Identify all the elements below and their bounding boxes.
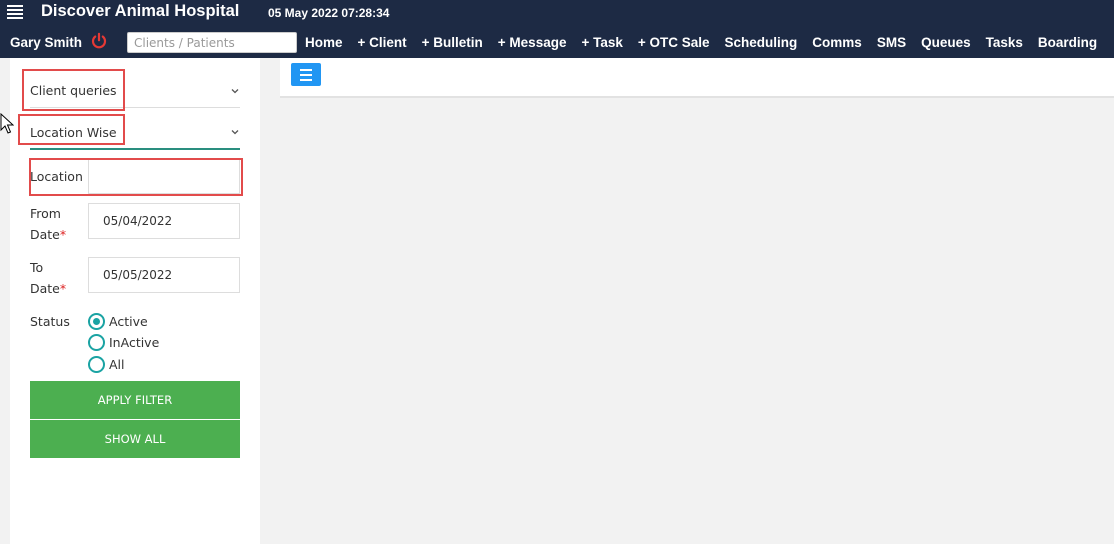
show-all-button[interactable]: SHOW ALL — [30, 420, 240, 458]
chevron-down-icon — [231, 130, 239, 135]
from-date-label-line2: Date — [30, 227, 60, 242]
nav-add-client[interactable]: + Client — [358, 35, 407, 53]
hamburger-menu-icon[interactable] — [7, 5, 23, 19]
query-type-select[interactable]: Client queries — [30, 74, 240, 108]
main-nav: Home + Client + Bulletin + Message + Tas… — [305, 35, 1112, 53]
status-option-label: InActive — [109, 335, 160, 350]
status-radio-inactive[interactable]: InActive — [88, 334, 159, 351]
status-option-label: All — [109, 357, 125, 372]
content-toolbar — [280, 58, 1114, 98]
user-name[interactable]: Gary Smith — [10, 35, 82, 50]
app-title: Discover Animal Hospital — [41, 2, 240, 20]
required-mark: * — [59, 281, 67, 296]
nav-boarding[interactable]: Boarding — [1038, 35, 1097, 53]
nav-comms[interactable]: Comms — [812, 35, 862, 53]
to-date-label-line1: To — [30, 260, 44, 275]
nav-queues[interactable]: Queues — [921, 35, 971, 53]
clients-patients-search-input[interactable] — [127, 32, 297, 53]
to-date-input[interactable] — [88, 257, 240, 293]
chevron-down-icon — [231, 88, 239, 93]
top-header: Discover Animal Hospital 05 May 2022 07:… — [0, 0, 1114, 58]
nav-add-task[interactable]: + Task — [581, 35, 622, 53]
nav-add-otc-sale[interactable]: + OTC Sale — [638, 35, 710, 53]
filter-sidebar: Client queries Location Wise Location Fr… — [10, 58, 260, 544]
radio-checked-icon[interactable] — [88, 313, 105, 330]
nav-add-bulletin[interactable]: + Bulletin — [422, 35, 483, 53]
status-label: Status — [30, 314, 70, 329]
power-logout-icon[interactable] — [90, 32, 108, 50]
nav-sms[interactable]: SMS — [877, 35, 906, 53]
query-type-value: Client queries — [30, 83, 117, 98]
nav-home[interactable]: Home — [305, 35, 343, 53]
apply-filter-button[interactable]: APPLY FILTER — [30, 381, 240, 419]
mouse-cursor-icon — [0, 113, 14, 134]
status-radio-active[interactable]: Active — [88, 313, 148, 330]
toggle-sidebar-menu-icon[interactable] — [291, 63, 321, 86]
current-datetime: 05 May 2022 07:28:34 — [268, 6, 390, 20]
status-option-label: Active — [109, 314, 148, 329]
report-type-value: Location Wise — [30, 124, 117, 140]
from-date-label: From Date* — [30, 203, 66, 245]
from-date-input[interactable] — [88, 203, 240, 239]
nav-tasks[interactable]: Tasks — [986, 35, 1023, 53]
from-date-label-line1: From — [30, 206, 61, 221]
nav-scheduling[interactable]: Scheduling — [725, 35, 798, 53]
status-radio-all[interactable]: All — [88, 356, 125, 373]
location-label: Location — [30, 169, 83, 184]
to-date-label-line2: Date — [30, 281, 60, 296]
radio-unchecked-icon[interactable] — [88, 334, 105, 351]
nav-add-message[interactable]: + Message — [498, 35, 567, 53]
radio-unchecked-icon[interactable] — [88, 356, 105, 373]
report-type-select[interactable]: Location Wise — [30, 116, 240, 150]
required-mark: * — [59, 227, 67, 242]
to-date-label: To Date* — [30, 257, 66, 299]
location-input[interactable] — [88, 158, 240, 194]
